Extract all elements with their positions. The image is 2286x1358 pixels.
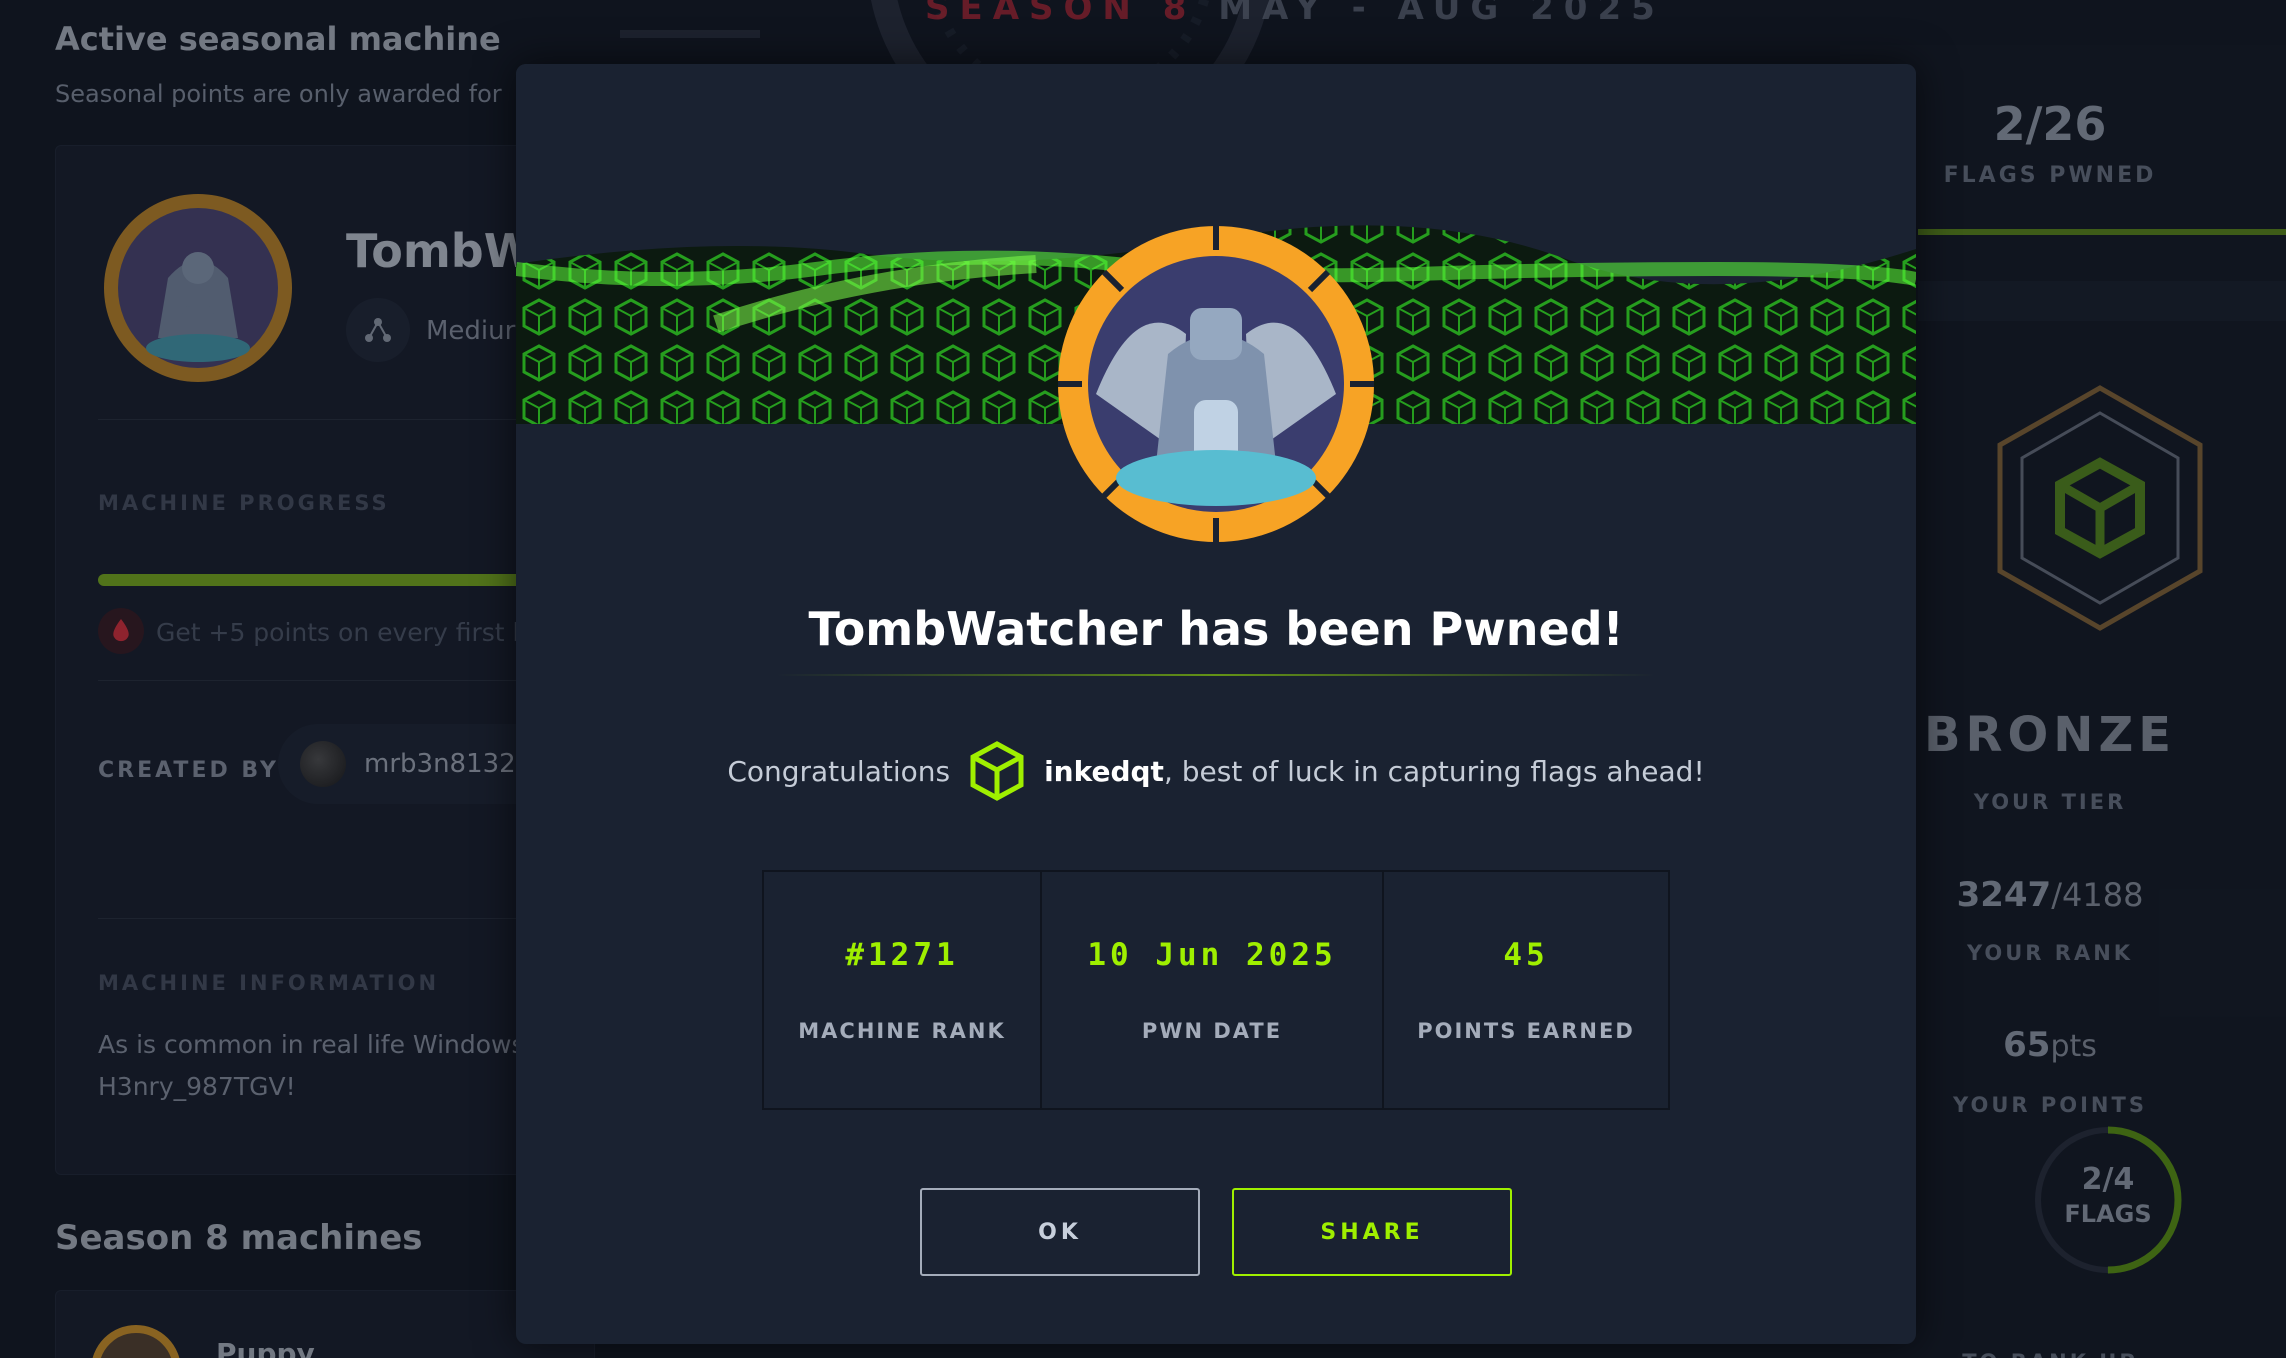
- pwn-date-value: 10 Jun 2025: [1087, 937, 1337, 973]
- congratulations-message: Congratulations inkedqt, best of luck in…: [516, 740, 1916, 802]
- machine-rank-stat: #1271 MACHINE RANK: [764, 872, 1042, 1108]
- pwned-title: TombWatcher has been Pwned!: [808, 602, 1624, 656]
- pwn-date-stat: 10 Jun 2025 PWN DATE: [1042, 872, 1384, 1108]
- share-button[interactable]: SHARE: [1232, 1188, 1512, 1276]
- congrats-suffix: , best of luck in capturing flags ahead!: [1163, 754, 1705, 788]
- pwned-modal: TombWatcher has been Pwned! Congratulati…: [516, 64, 1916, 1344]
- pwn-stats-table: #1271 MACHINE RANK 10 Jun 2025 PWN DATE …: [762, 870, 1670, 1110]
- title-underline: [776, 674, 1656, 676]
- machine-rank-value: #1271: [845, 937, 959, 973]
- congrats-prefix: Congratulations: [727, 754, 951, 788]
- ok-button[interactable]: OK: [920, 1188, 1200, 1276]
- points-earned-value: 45: [1503, 937, 1549, 973]
- points-earned-label: POINTS EARNED: [1417, 1019, 1635, 1043]
- username[interactable]: inkedqt: [1044, 755, 1164, 788]
- points-earned-stat: 45 POINTS EARNED: [1384, 872, 1668, 1108]
- cube-icon: [970, 741, 1024, 801]
- machine-avatar: [1058, 226, 1374, 542]
- machine-rank-label: MACHINE RANK: [798, 1019, 1006, 1043]
- pwn-date-label: PWN DATE: [1141, 1019, 1283, 1043]
